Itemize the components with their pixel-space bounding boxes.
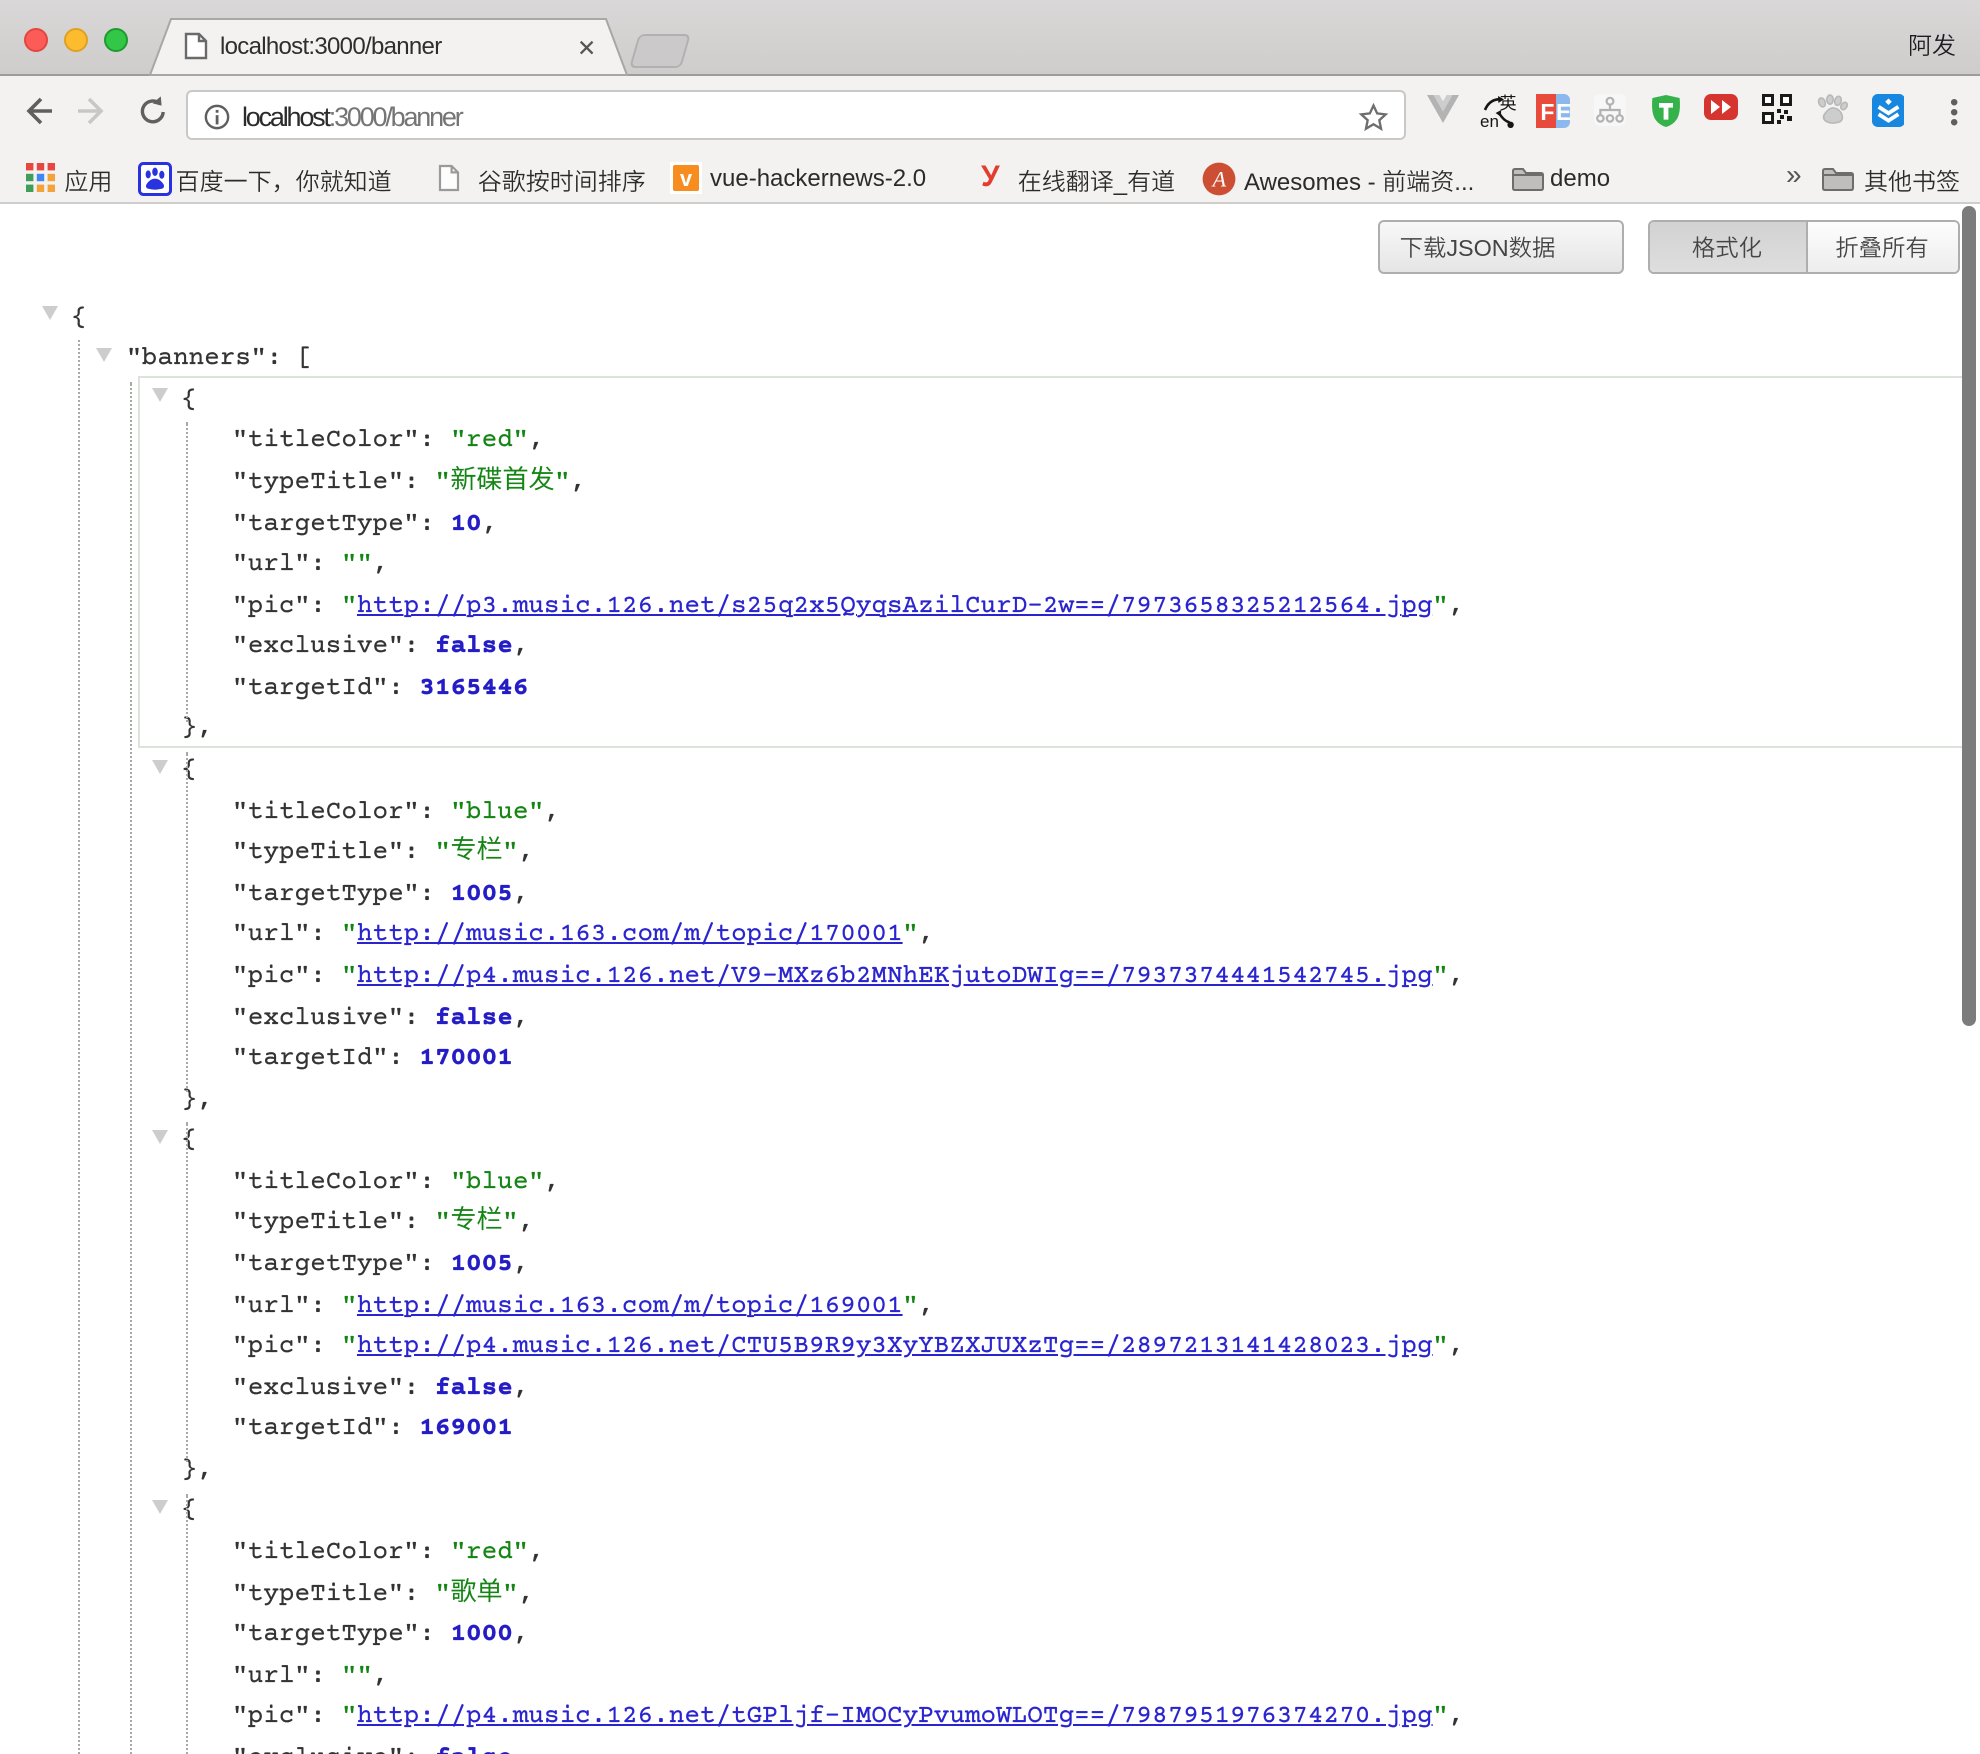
svg-text:F: F xyxy=(1540,99,1554,125)
svg-text:E: E xyxy=(1556,99,1570,125)
svg-text:en: en xyxy=(1480,112,1499,130)
svg-text:v: v xyxy=(680,166,693,191)
svg-text:A: A xyxy=(1210,165,1226,190)
svg-text:英: 英 xyxy=(1500,94,1516,114)
